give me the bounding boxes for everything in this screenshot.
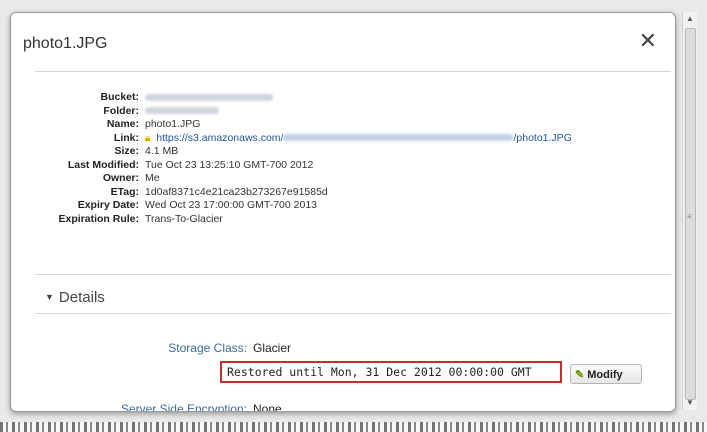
storage-class-value: Glacier xyxy=(253,341,292,355)
vertical-scrollbar[interactable]: ▲ ≡ ▼ xyxy=(682,12,697,410)
grip-icon: ≡ xyxy=(687,212,692,221)
metadata-list: Bucket: Folder: Name: photo1.JPG Link: 🔒… xyxy=(35,91,665,226)
meta-row-last-modified: Last Modified: Tue Oct 23 13:25:10 GMT-7… xyxy=(35,159,665,173)
meta-row-folder: Folder: xyxy=(35,105,665,119)
folder-label: Folder: xyxy=(103,104,139,117)
meta-row-bucket: Bucket: xyxy=(35,91,665,105)
meta-row-expiry-date: Expiry Date: Wed Oct 23 17:00:00 GMT-700… xyxy=(35,199,665,213)
owner-label: Owner: xyxy=(102,172,139,184)
divider xyxy=(35,71,671,72)
link-prefix[interactable]: https://s3.amazonaws.com/ xyxy=(156,132,283,144)
modify-button-label: Modify xyxy=(587,369,623,381)
meta-row-expiration-rule: Expiration Rule: Trans-To-Glacier xyxy=(35,213,665,227)
last-modified-value: Tue Oct 23 13:25:10 GMT-700 2012 xyxy=(145,158,314,171)
etag-value: 1d0af8371c4e21ca23b273267e91585d xyxy=(145,185,328,198)
edit-icon: ✎ xyxy=(575,369,585,381)
size-value: 4.1 MB xyxy=(145,145,179,157)
meta-row-owner: Owner: Me xyxy=(35,172,665,186)
meta-row-link: Link: 🔒︎ https://s3.amazonaws.com/ /photo… xyxy=(35,132,665,146)
sse-label: Server Side Encryption: xyxy=(120,402,247,412)
etag-label: ETag: xyxy=(110,185,139,198)
torn-edge xyxy=(0,422,707,432)
size-label: Size: xyxy=(114,145,139,157)
restored-status: Restored until Mon, 31 Dec 2012 00:00:00… xyxy=(220,361,562,383)
details-section-label: Details xyxy=(58,289,105,306)
folder-value-redacted xyxy=(145,105,219,119)
name-value: photo1.JPG xyxy=(145,118,201,130)
name-label: Name: xyxy=(106,118,139,130)
modify-button[interactable]: ✎ Modify xyxy=(570,364,642,384)
bucket-label: Bucket: xyxy=(100,91,139,103)
scroll-down-icon[interactable]: ▼ xyxy=(683,396,697,410)
meta-row-size: Size: 4.1 MB xyxy=(35,145,665,159)
close-icon[interactable]: ✕ xyxy=(639,31,657,53)
link-path-redacted xyxy=(283,134,514,142)
expiration-rule-value: Trans-To-Glacier xyxy=(145,212,223,225)
link-label: Link: xyxy=(113,131,139,144)
triangle-down-icon: ▼ xyxy=(45,292,54,302)
last-modified-label: Last Modified: xyxy=(67,158,139,171)
details-section-toggle[interactable]: ▼ Details xyxy=(45,289,105,306)
scroll-up-icon[interactable]: ▲ xyxy=(683,12,697,26)
storage-class-label: Storage Class: xyxy=(168,341,247,355)
divider xyxy=(35,313,671,314)
expiry-date-value: Wed Oct 23 17:00:00 GMT-700 2013 xyxy=(145,199,317,211)
link-suffix[interactable]: /photo1.JPG xyxy=(513,132,571,144)
owner-value: Me xyxy=(145,172,160,184)
expiration-rule-label: Expiration Rule: xyxy=(58,212,139,225)
sse-value: None xyxy=(253,402,282,412)
meta-row-etag: ETag: 1d0af8371c4e21ca23b273267e91585d xyxy=(35,186,665,200)
expiry-date-label: Expiry Date: xyxy=(77,199,139,211)
object-properties-dialog: photo1.JPG ✕ Bucket: Folder: Name: photo… xyxy=(10,12,676,412)
meta-row-name: Name: photo1.JPG xyxy=(35,118,665,132)
divider xyxy=(35,274,671,275)
dialog-title: photo1.JPG xyxy=(23,35,108,52)
bucket-value-redacted xyxy=(145,91,273,105)
lock-icon: 🔒︎ xyxy=(145,132,151,144)
object-link[interactable]: 🔒︎ https://s3.amazonaws.com/ /photo1.JPG xyxy=(145,132,572,146)
